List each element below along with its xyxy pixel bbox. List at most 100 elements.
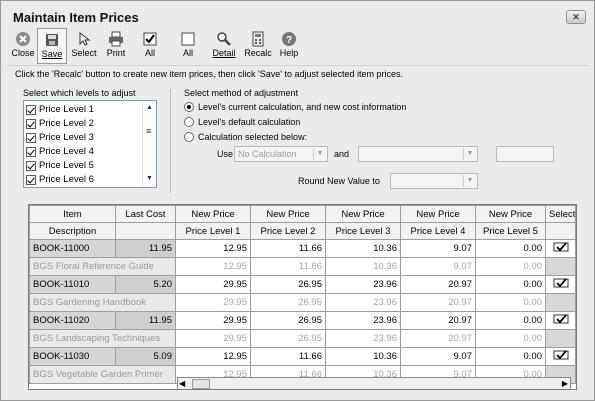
col-header-price-level-1[interactable]: Price Level 1: [175, 222, 251, 240]
help-icon: ?: [282, 32, 296, 46]
old-price-cell: 29.95: [175, 329, 251, 348]
save-button[interactable]: Save: [37, 28, 67, 64]
last-cost-cell[interactable]: 5.09: [115, 347, 176, 366]
level-list-scrollbar[interactable]: ▲ ≡ ▼: [142, 101, 156, 187]
table-row-description: BGS Landscaping Techniques 29.95 26.95 2…: [29, 329, 576, 348]
col-header-new-price-4[interactable]: New Price: [400, 205, 476, 223]
new-price-cell[interactable]: 0.00: [475, 311, 546, 330]
method-current-radio[interactable]: Level's current calculation, and new cos…: [184, 102, 406, 112]
new-price-cell[interactable]: 12.95: [175, 347, 251, 366]
new-price-cell[interactable]: 0.00: [475, 239, 546, 258]
group-divider: [170, 89, 171, 193]
col-header-price-level-4[interactable]: Price Level 4: [400, 222, 476, 240]
col-header-price-level-5[interactable]: Price Level 5: [475, 222, 546, 240]
select-checkbox[interactable]: [545, 275, 576, 294]
select-button[interactable]: Select: [67, 28, 101, 64]
svg-text:?: ?: [286, 35, 292, 46]
use-calculation-select[interactable]: No Calculation ▼: [234, 146, 328, 162]
col-header-new-price-5[interactable]: New Price: [475, 205, 546, 223]
price-level-list[interactable]: Price Level 1 Price Level 2 Price Level …: [23, 100, 157, 188]
item-id-cell[interactable]: BOOK-11010: [29, 275, 116, 294]
checkmark-icon: [553, 314, 568, 324]
close-button[interactable]: Close: [9, 28, 37, 64]
scroll-right-icon[interactable]: ▶: [562, 378, 568, 389]
use-calculation-value: No Calculation: [238, 149, 297, 159]
col-header-item[interactable]: Item: [29, 205, 116, 223]
checkmark-icon: [553, 242, 568, 252]
new-price-cell[interactable]: 11.66: [250, 347, 326, 366]
new-price-cell[interactable]: 29.95: [175, 275, 251, 294]
select-checkbox[interactable]: [545, 239, 576, 258]
print-button[interactable]: Print: [101, 28, 131, 64]
help-button[interactable]: ? Help: [275, 28, 303, 64]
item-id-cell[interactable]: BOOK-11000: [29, 239, 116, 258]
new-price-cell[interactable]: 23.96: [325, 311, 401, 330]
scroll-thumb[interactable]: [192, 379, 210, 389]
item-id-cell[interactable]: BOOK-11020: [29, 311, 116, 330]
new-price-cell[interactable]: 12.95: [175, 239, 251, 258]
select-checkbox[interactable]: [545, 311, 576, 330]
method-default-radio[interactable]: Level's default calculation: [184, 117, 300, 127]
new-price-cell[interactable]: 9.07: [400, 239, 476, 258]
last-cost-cell[interactable]: 5.20: [115, 275, 176, 294]
table-row: BOOK-11020 11.95 29.95 26.95 23.96 20.97…: [29, 311, 576, 330]
col-header-new-price-3[interactable]: New Price: [325, 205, 401, 223]
item-description-cell: BGS Floral Reference Guide: [29, 257, 176, 276]
scroll-thumb-icon[interactable]: ≡: [146, 126, 151, 136]
price-level-2-checkbox[interactable]: Price Level 2: [26, 117, 94, 130]
detail-button[interactable]: Detail: [207, 28, 241, 64]
close-icon: [16, 32, 30, 46]
col-header-description[interactable]: Description: [29, 222, 116, 240]
col-header-price-level-2[interactable]: Price Level 2: [250, 222, 326, 240]
col-header-price-level-3[interactable]: Price Level 3: [325, 222, 401, 240]
old-price-cell: 0.00: [475, 329, 546, 348]
new-price-cell[interactable]: 11.66: [250, 239, 326, 258]
grid-horizontal-scrollbar[interactable]: ◀ ▶: [177, 377, 571, 389]
item-id-cell[interactable]: BOOK-11030: [29, 347, 116, 366]
maintain-item-prices-window: Maintain Item Prices ✕ Close Save Select…: [0, 0, 595, 401]
price-level-6-checkbox[interactable]: Price Level 6: [26, 173, 94, 186]
checkmark-icon: [553, 350, 568, 360]
table-row-description: BGS Floral Reference Guide 12.95 11.66 1…: [29, 257, 576, 276]
check-all-button[interactable]: All: [131, 28, 169, 64]
new-price-cell[interactable]: 9.07: [400, 347, 476, 366]
select-checkbox[interactable]: [545, 347, 576, 366]
new-price-cell[interactable]: 26.95: [250, 275, 326, 294]
last-cost-cell[interactable]: 11.95: [115, 311, 176, 330]
price-level-1-checkbox[interactable]: Price Level 1: [26, 103, 94, 116]
new-price-cell[interactable]: 29.95: [175, 311, 251, 330]
new-price-cell[interactable]: 23.96: [325, 275, 401, 294]
scroll-left-icon[interactable]: ◀: [179, 378, 185, 389]
new-price-cell[interactable]: 0.00: [475, 347, 546, 366]
calculation-value-input[interactable]: [496, 146, 554, 162]
new-price-cell[interactable]: 20.97: [400, 275, 476, 294]
recalc-icon: [252, 31, 264, 47]
round-value-select[interactable]: ▼: [390, 173, 478, 189]
price-level-3-checkbox[interactable]: Price Level 3: [26, 131, 94, 144]
new-price-cell[interactable]: 10.36: [325, 347, 401, 366]
col-header-last-cost[interactable]: Last Cost: [115, 205, 176, 223]
item-description-cell: BGS Vegetable Garden Primer: [29, 365, 176, 384]
price-level-5-checkbox[interactable]: Price Level 5: [26, 159, 94, 172]
old-price-cell: 20.97: [400, 293, 476, 312]
new-price-cell[interactable]: 26.95: [250, 311, 326, 330]
new-price-cell[interactable]: 20.97: [400, 311, 476, 330]
window-close-button[interactable]: ✕: [566, 10, 586, 24]
recalc-button[interactable]: Recalc: [241, 28, 275, 64]
scroll-up-icon[interactable]: ▲: [146, 104, 153, 111]
new-price-cell[interactable]: 10.36: [325, 239, 401, 258]
method-title: Select method of adjustment: [184, 88, 299, 98]
scroll-down-icon[interactable]: ▼: [146, 175, 153, 182]
col-header-new-price-2[interactable]: New Price: [250, 205, 326, 223]
check-all-label: All: [144, 48, 155, 58]
col-header-new-price-1[interactable]: New Price: [175, 205, 251, 223]
toolbar: Close Save Select Print All All Detail R…: [9, 28, 303, 64]
last-cost-cell[interactable]: 11.95: [115, 239, 176, 258]
method-selected-radio[interactable]: Calculation selected below:: [184, 132, 307, 142]
print-label: Print: [106, 48, 126, 58]
price-level-4-checkbox[interactable]: Price Level 4: [26, 145, 94, 158]
uncheck-all-button[interactable]: All: [169, 28, 207, 64]
and-calculation-select[interactable]: ▼: [358, 146, 478, 162]
col-header-select[interactable]: Select: [545, 205, 576, 223]
new-price-cell[interactable]: 0.00: [475, 275, 546, 294]
